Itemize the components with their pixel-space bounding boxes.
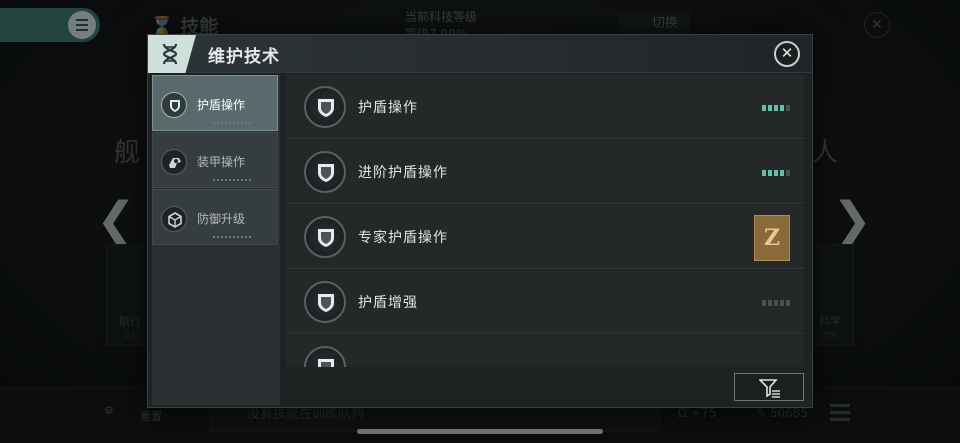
shield-icon <box>161 92 187 118</box>
level-dots <box>213 179 253 181</box>
skill-row-shield-ops[interactable]: 护盾操作 <box>286 75 804 139</box>
dialog-header: 维护技术 ✕ <box>148 35 812 73</box>
sidebar-item-label: 护盾操作 <box>197 98 246 112</box>
skill-group-sidebar: 护盾操作 装甲操作 防御升级 <box>152 75 280 405</box>
level-pip <box>786 170 790 176</box>
filter-icon <box>759 379 780 398</box>
cube-icon <box>161 206 187 232</box>
level-pip <box>762 300 766 306</box>
sidebar-item-label: 防御升级 <box>197 212 246 226</box>
skill-list: 护盾操作 进阶护盾操作 专家护盾操作 Z 护盾增强 <box>286 75 808 367</box>
level-pip <box>774 170 778 176</box>
close-icon[interactable]: ✕ <box>774 41 800 67</box>
skill-level-bar <box>762 170 790 176</box>
home-indicator[interactable] <box>357 429 603 434</box>
skill-name: 护盾增强 <box>358 295 418 311</box>
skill-level-bar <box>762 300 790 306</box>
level-pip <box>780 105 784 111</box>
level-pip <box>768 170 772 176</box>
skill-row-advanced-shield-ops[interactable]: 进阶护盾操作 <box>286 140 804 204</box>
shield-icon <box>304 216 346 258</box>
level-pip <box>786 105 790 111</box>
sidebar-item-armor-ops[interactable]: 装甲操作 <box>152 132 278 188</box>
level-pip <box>762 105 766 111</box>
level-dots <box>213 122 253 124</box>
level-pip <box>774 105 778 111</box>
shield-icon <box>304 346 346 367</box>
armor-icon <box>161 149 187 175</box>
shield-icon <box>304 86 346 128</box>
level-dots <box>213 236 253 238</box>
shield-icon <box>304 151 346 193</box>
filter-button[interactable] <box>734 373 804 401</box>
z-badge-icon[interactable]: Z <box>754 215 790 261</box>
level-pip <box>768 105 772 111</box>
level-pip <box>774 300 778 306</box>
skill-row-expert-shield-ops[interactable]: 专家护盾操作 Z <box>286 205 804 269</box>
sidebar-item-label: 装甲操作 <box>197 155 246 169</box>
level-pip <box>780 300 784 306</box>
sidebar-item-shield-ops[interactable]: 护盾操作 <box>152 75 278 131</box>
skill-name: 护盾操作 <box>358 100 418 116</box>
maintenance-tech-dialog: 维护技术 ✕ 护盾操作 装甲操作 防御升级 护盾操作 进阶护盾操作 专家护盾操作… <box>147 34 813 408</box>
dna-icon <box>162 43 178 65</box>
shield-icon <box>304 281 346 323</box>
skill-row-partial[interactable] <box>286 335 804 367</box>
sidebar-item-defense-upgrade[interactable]: 防御升级 <box>152 189 278 245</box>
level-pip <box>762 170 766 176</box>
level-pip <box>768 300 772 306</box>
level-pip <box>786 300 790 306</box>
skill-row-shield-boost[interactable]: 护盾增强 <box>286 270 804 334</box>
skill-level-bar <box>762 105 790 111</box>
dialog-title: 维护技术 <box>208 47 280 67</box>
skill-name: 专家护盾操作 <box>358 230 448 246</box>
skill-name: 进阶护盾操作 <box>358 165 448 181</box>
level-pip <box>780 170 784 176</box>
